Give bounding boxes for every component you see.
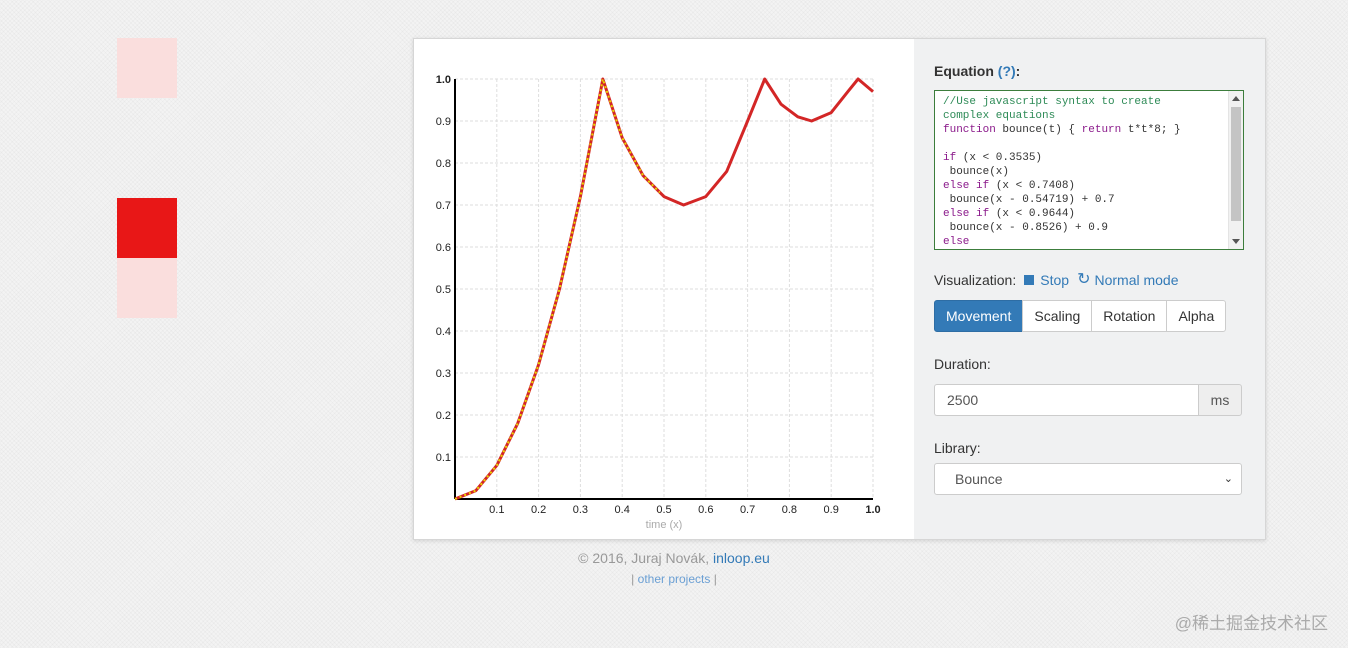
y-tick-label: 0.4	[436, 326, 451, 338]
scroll-thumb[interactable]	[1231, 107, 1241, 221]
duration-input[interactable]	[934, 384, 1198, 416]
mode-button-group: Movement Scaling Rotation Alpha	[934, 300, 1227, 332]
y-tick-label: 0.2	[436, 410, 451, 422]
reload-icon: ↻	[1077, 271, 1091, 288]
footer-copyright: © 2016, Juraj Novák,	[578, 550, 710, 566]
chevron-down-icon: ⌄	[1223, 473, 1233, 485]
watermark-text: @稀土掘金技术社区	[1174, 614, 1328, 633]
y-tick-label: 0.6	[436, 242, 451, 254]
equation-label: Equation (?):	[934, 63, 1020, 79]
normal-mode-text: Normal mode	[1094, 272, 1179, 288]
x-tick-label: 0.3	[573, 504, 588, 516]
y-tick-label: 0.3	[436, 368, 451, 380]
x-tick-label: 0.8	[782, 504, 797, 516]
mode-rotation-button[interactable]: Rotation	[1091, 300, 1168, 332]
duration-label: Duration:	[934, 356, 991, 372]
duration-unit: ms	[1198, 384, 1242, 416]
library-label: Library:	[934, 440, 981, 456]
y-tick-label: 0.1	[436, 452, 451, 464]
normal-mode-link[interactable]: ↻ Normal mode	[1077, 271, 1179, 289]
equation-code[interactable]: //Use javascript syntax to create complex…	[943, 95, 1181, 249]
scroll-up-icon[interactable]	[1232, 96, 1240, 101]
chart-svg: 0.1 0.2 0.3 0.4 0.5 0.6 0.7 0.8 0.9 1.0 0.1 0.2 0.3 0…	[436, 74, 881, 531]
y-tick-label: 1.0	[436, 74, 451, 86]
y-tick-label: 0.8	[436, 158, 451, 170]
footer-separator-left: |	[631, 572, 635, 586]
demo-box-faded-top	[117, 38, 177, 98]
scroll-down-icon[interactable]	[1232, 239, 1240, 244]
x-tick-label: 0.7	[740, 504, 755, 516]
demo-box-faded-bottom	[117, 258, 177, 318]
easing-chart: 0.1 0.2 0.3 0.4 0.5 0.6 0.7 0.8 0.9 1.0 0.1 0.2 0.3 0…	[414, 39, 914, 539]
x-tick-label: 0.5	[656, 504, 671, 516]
x-tick-label: 0.6	[698, 504, 713, 516]
main-card: 0.1 0.2 0.3 0.4 0.5 0.6 0.7 0.8 0.9 1.0 0.1 0.2 0.3 0…	[413, 38, 1266, 540]
code-line: bounce(x - 0.8526) + 0.9	[943, 222, 1109, 234]
code-line: else if (x < 0.9644)	[943, 208, 1076, 220]
y-tick-label: 0.7	[436, 200, 451, 212]
footer-separator-right: |	[713, 572, 717, 586]
library-select[interactable]: Bounce ⌄	[934, 463, 1242, 495]
code-line: function bounce(t) { return t*t*8; }	[943, 124, 1181, 136]
visualization-row: Visualization: Stop ↻ Normal mode	[934, 271, 1179, 289]
footer-secondary: | other projects |	[0, 572, 1348, 586]
code-line: complex equations	[943, 110, 1056, 122]
x-axis-label: time (x)	[646, 519, 683, 531]
settings-panel: Equation (?): //Use javascript syntax to…	[914, 39, 1265, 539]
equation-title: Equation	[934, 63, 994, 79]
stop-icon	[1024, 275, 1035, 285]
mode-alpha-button[interactable]: Alpha	[1166, 300, 1227, 332]
visualization-label: Visualization:	[934, 272, 1017, 288]
equation-colon: :	[1015, 63, 1021, 79]
x-tick-label: 1.0	[865, 504, 880, 516]
library-selected: Bounce	[955, 471, 1003, 487]
footer: © 2016, Juraj Novák, inloop.eu	[0, 550, 1348, 566]
code-line: else	[943, 236, 970, 248]
y-tick-label: 0.5	[436, 284, 451, 296]
duration-group: ms	[934, 384, 1242, 416]
other-projects-link[interactable]: other projects	[638, 572, 711, 586]
x-tick-label: 0.4	[615, 504, 630, 516]
code-line: if (x < 0.3535)	[943, 152, 1043, 164]
code-line: bounce(x - 0.54719) + 0.7	[943, 194, 1115, 206]
editor-scrollbar[interactable]	[1228, 91, 1243, 249]
code-line: //Use javascript syntax to create	[943, 96, 1161, 108]
stop-link[interactable]: Stop	[1024, 272, 1069, 288]
demo-box-animated	[117, 198, 177, 258]
x-tick-label: 0.1	[489, 504, 504, 516]
x-tick-label: 0.9	[824, 504, 839, 516]
mode-scaling-button[interactable]: Scaling	[1022, 300, 1093, 332]
x-tick-label: 0.2	[531, 504, 546, 516]
code-line: else if (x < 0.7408)	[943, 180, 1076, 192]
equation-help-link[interactable]: (?)	[998, 63, 1016, 79]
y-tick-label: 0.9	[436, 116, 451, 128]
footer-inloop-link[interactable]: inloop.eu	[713, 550, 770, 566]
mode-movement-button[interactable]: Movement	[934, 300, 1024, 332]
code-line: bounce(x)	[943, 166, 1010, 178]
equation-editor[interactable]: //Use javascript syntax to create complex…	[934, 90, 1244, 250]
stop-text: Stop	[1040, 272, 1070, 288]
